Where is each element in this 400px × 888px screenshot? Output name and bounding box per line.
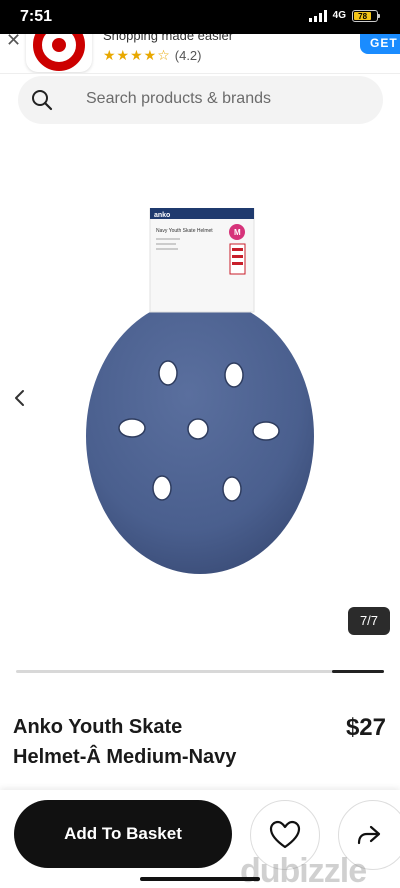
rating-value: (4.2) xyxy=(174,48,202,63)
add-to-basket-button[interactable]: Add To Basket xyxy=(14,800,232,868)
chevron-left-icon[interactable] xyxy=(10,386,30,410)
banner-tagline: Shopping made easier xyxy=(103,34,234,43)
signal-icon xyxy=(308,10,327,22)
gallery-scroll-thumb xyxy=(332,670,384,673)
banner-rating: ★★★★☆ (4.2) xyxy=(103,47,202,64)
status-indicators: 4G 78 xyxy=(308,9,380,22)
watermark-logo: dubizzle xyxy=(240,852,367,888)
search-placeholder: Search products & brands xyxy=(86,90,271,107)
status-time: 7:51 xyxy=(20,8,53,25)
home-indicator xyxy=(140,877,260,881)
app-banner: ✕ Shopping made easier ★★★★☆ (4.2) GET xyxy=(0,34,400,74)
status-bar: 7:51 4G 78 xyxy=(0,0,400,34)
package-size: M xyxy=(234,228,241,237)
heart-icon xyxy=(269,820,301,849)
package-title: Navy Youth Skate Helmet xyxy=(156,228,213,234)
product-gallery[interactable]: anko Navy Youth Skate Helmet M 7/7 xyxy=(0,140,400,660)
product-image: anko Navy Youth Skate Helmet M xyxy=(84,207,316,584)
product-price: $27 xyxy=(345,714,386,741)
search-icon xyxy=(32,90,53,111)
package-brand: anko xyxy=(154,212,170,219)
get-app-button[interactable]: GET xyxy=(360,34,400,54)
target-logo xyxy=(26,34,92,72)
share-icon xyxy=(357,825,381,845)
image-counter: 7/7 xyxy=(348,607,390,635)
gallery-scroll-track xyxy=(16,670,384,673)
battery-icon: 78 xyxy=(352,10,380,22)
helmet-image: anko Navy Youth Skate Helmet M xyxy=(86,207,314,574)
battery-level: 78 xyxy=(354,12,372,21)
search-input[interactable]: Search products & brands xyxy=(18,76,383,124)
star-rating-icon: ★★★★☆ xyxy=(103,47,171,63)
product-title: Anko Youth Skate Helmet-Â Medium-Navy xyxy=(13,716,237,768)
network-type: 4G xyxy=(332,9,346,21)
close-icon[interactable]: ✕ xyxy=(6,34,21,51)
